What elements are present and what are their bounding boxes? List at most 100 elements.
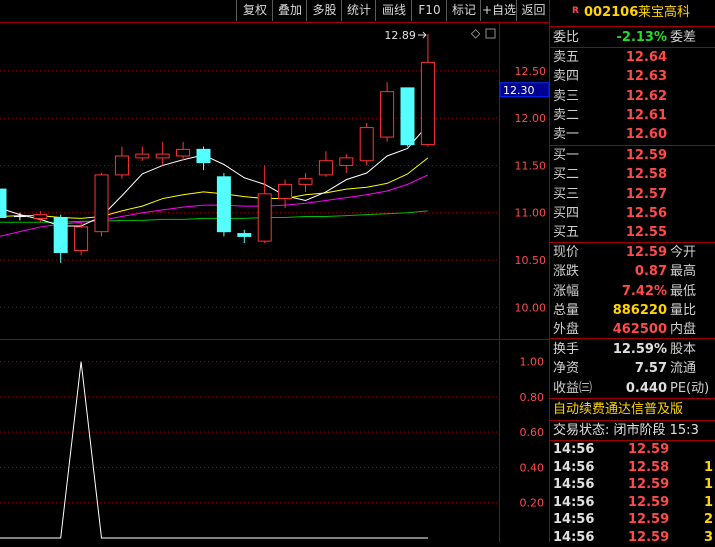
- tick-row: 14:56 12.59 2: [550, 511, 715, 529]
- candle-body: [74, 226, 89, 252]
- indicator-chart[interactable]: [0, 340, 499, 542]
- price-tick-label: 10.00: [515, 301, 547, 314]
- quote-value: 12.63: [625, 69, 667, 85]
- candle-body: [155, 153, 170, 159]
- quote-right-label: 内盘: [670, 322, 697, 338]
- quote-right-label: 最低: [670, 283, 697, 299]
- tick-row: 14:56 12.59 1: [550, 494, 715, 512]
- fin-box-row: 换手 12.59% 股本: [550, 340, 715, 359]
- tick-price: 12.59: [628, 529, 670, 545]
- price-tick-label: 11.00: [515, 207, 547, 220]
- quote-label: 收益㈢: [553, 380, 593, 396]
- quote-right-label: 最高: [670, 264, 697, 280]
- tick-time: 14:56: [553, 494, 595, 510]
- candle-body: [237, 233, 252, 237]
- tick-volume: 2: [704, 512, 714, 527]
- toolbar-button-7[interactable]: +自选: [480, 0, 517, 21]
- tick-time: 14:56: [553, 477, 595, 492]
- toolbar-button-5[interactable]: F10: [411, 0, 447, 21]
- diamond-icon[interactable]: ◇: [471, 26, 481, 40]
- price-axis: 12.50 12.00 11.50 11.00 10.50 10.00 12.30: [500, 65, 549, 314]
- quote-label: 卖二: [553, 107, 580, 123]
- sub-tick-label: 0.20: [520, 497, 545, 510]
- quote-value: 12.64: [625, 50, 667, 65]
- tick-time: 14:56: [553, 442, 595, 457]
- candle-body: [94, 174, 109, 233]
- tick-price: 12.59: [628, 442, 670, 457]
- quote-label: 涨幅: [553, 283, 580, 299]
- quote-value: 12.59: [625, 245, 667, 260]
- fin-box-row: 净资 7.57 流通: [550, 359, 715, 378]
- indicator-axis: 1.00 0.80 0.60 0.40 0.20: [520, 356, 545, 510]
- sub-tick-label: 1.00: [520, 356, 545, 369]
- quote-value: 0.87: [634, 264, 667, 280]
- candlestick-chart[interactable]: 12.89 ◇: [0, 23, 499, 339]
- candle-body: [176, 148, 191, 157]
- candle-body: [196, 148, 211, 164]
- candle-body: [135, 153, 150, 159]
- candle-body: [298, 178, 313, 185]
- stock-header: R 002106 莱宝高科: [550, 2, 715, 24]
- quote-label: 总量: [553, 302, 580, 318]
- stat-box-row: 总量 886220 量比: [550, 301, 715, 320]
- quote-label: 卖一: [553, 127, 580, 143]
- tick-row: 14:56 12.59 1: [550, 476, 715, 494]
- quote-label: 买一: [553, 148, 580, 163]
- tick-price: 12.59: [628, 494, 670, 510]
- quote-label: 换手: [553, 342, 580, 357]
- toolbar-button-4[interactable]: 画线: [375, 0, 412, 21]
- stock-name: 莱宝高科: [638, 5, 691, 20]
- tick-time: 14:56: [553, 459, 595, 475]
- quote-value: 0.440: [625, 380, 667, 396]
- quote-value: 462500: [612, 322, 667, 338]
- toolbar-button-0[interactable]: 复权: [236, 0, 273, 21]
- toolbar-button-1[interactable]: 叠加: [272, 0, 307, 21]
- buy-box-row: 买四 12.56: [550, 204, 715, 223]
- toolbar-button-2[interactable]: 多股: [306, 0, 342, 21]
- toolbar-button-8[interactable]: 返回: [516, 0, 550, 21]
- quote-right-label: 流通: [670, 361, 697, 377]
- price-tick-label: 10.50: [515, 254, 547, 267]
- quote-value: 886220: [612, 302, 667, 318]
- stat-box-row: 涨幅 7.42% 最低: [550, 282, 715, 301]
- toolbar-button-6[interactable]: 标记: [446, 0, 481, 21]
- candle-body: [216, 176, 231, 233]
- sell-box-row: 卖二 12.61: [550, 106, 715, 125]
- quote-label: 外盘: [553, 322, 580, 338]
- buy-box-row: 买三 12.57: [550, 185, 715, 204]
- quote-label: 买三: [553, 186, 580, 202]
- trade-status: 交易状态: 闭市阶段 15:3: [553, 423, 699, 438]
- quote-label: 净资: [553, 361, 580, 377]
- tick-row: 14:56 12.59: [550, 441, 715, 459]
- quote-label: 卖四: [553, 69, 580, 85]
- promo-banner[interactable]: 自动续费通达信普及版: [550, 400, 715, 419]
- quote-value: 12.55: [625, 225, 667, 241]
- buy-box-row: 买一 12.59: [550, 146, 715, 165]
- sub-tick-label: 0.40: [520, 461, 545, 474]
- sell-box-row: 卖四 12.63: [550, 67, 715, 86]
- sell-box-row: 卖五 12.64: [550, 48, 715, 67]
- tick-volume: 1: [704, 459, 714, 475]
- quote-value: 12.59%: [612, 342, 667, 357]
- current-price-text: 12.30: [503, 84, 535, 97]
- quote-right-label: 量比: [670, 302, 697, 318]
- toolbar-button-3[interactable]: 统计: [341, 0, 376, 21]
- quote-value: 12.61: [625, 107, 667, 123]
- buy-box-row: 买五 12.55: [550, 223, 715, 242]
- quote-value: 7.42%: [621, 283, 667, 299]
- tick-volume: 1: [704, 494, 714, 510]
- quote-label: 卖三: [553, 88, 580, 104]
- ma-yellow-line: [0, 157, 429, 219]
- stat-box-row: 外盘 462500 内盘: [550, 320, 715, 339]
- chart-scroll-box-icon[interactable]: [485, 28, 496, 39]
- fin-box-row: 收益㈢ 0.440 PE(动): [550, 379, 715, 398]
- indicator-line: [0, 361, 428, 539]
- weibi-row: 委比 -2.13% 委差: [553, 30, 697, 45]
- candle-body: [420, 61, 435, 146]
- quote-label: 买四: [553, 205, 580, 221]
- candle-body: [33, 214, 48, 219]
- sell-box-row: 卖一 12.60: [550, 125, 715, 144]
- price-tick-label: 12.50: [515, 65, 547, 78]
- high-marker-arrow-icon: [417, 31, 427, 39]
- quote-label: 涨跌: [553, 264, 580, 280]
